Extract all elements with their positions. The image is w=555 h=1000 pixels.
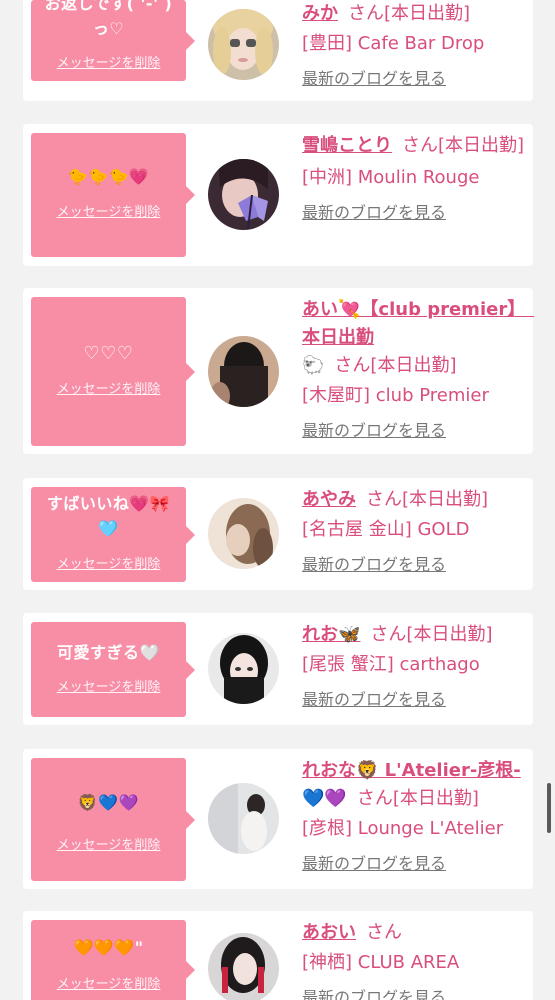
avatar[interactable] (208, 336, 279, 407)
message-text: 可愛すぎる🤍 (57, 643, 160, 662)
message-text: 🦁💙💜 (77, 793, 140, 812)
message-card: ♡♡♡ メッセージを削除 あい💘【club premier】 本日出勤 🐑 さん[… (23, 288, 534, 454)
message-text: 🐤🐤🐤💗 (67, 167, 150, 186)
avatar[interactable] (208, 159, 279, 230)
cast-status: さん (366, 922, 402, 943)
shop-name: [尾張 蟹江] carthago (302, 654, 480, 675)
shop-name: [神栖] CLUB AREA (302, 952, 460, 973)
blog-link[interactable]: 最新のブログを見る (302, 853, 528, 875)
cast-name-link[interactable]: れお🦋 (302, 624, 360, 645)
message-bubble: すばいいね💗🎀 🩵 メッセージを削除 (31, 487, 195, 582)
message-text: ♡♡♡ (83, 343, 134, 364)
avatar[interactable] (208, 498, 279, 569)
delete-message-link[interactable]: メッセージを削除 (31, 976, 186, 994)
cast-name-link[interactable]: あおい (302, 922, 356, 943)
cast-name-link[interactable]: 雪嶋ことり (302, 135, 392, 156)
avatar[interactable] (208, 933, 279, 1000)
blog-link[interactable]: 最新のブログを見る (302, 987, 528, 1000)
name-emoji: 🐑 (302, 355, 325, 376)
message-bubble: お返しです( '-' ) っ♡ メッセージを削除 (31, 0, 195, 81)
message-bubble: 🧡🧡🧡" メッセージを削除 (31, 920, 195, 1000)
cast-status: さん[本日出勤] (356, 788, 479, 809)
message-bubble: 可愛すぎる🤍 メッセージを削除 (31, 622, 195, 717)
cast-info: 雪嶋ことり さん[本日出勤] [中洲] Moulin Rouge 最新のブログを見… (302, 132, 528, 224)
delete-message-link[interactable]: メッセージを削除 (31, 556, 186, 574)
blog-link[interactable]: 最新のブログを見る (302, 68, 528, 90)
message-bubble: ♡♡♡ メッセージを削除 (31, 297, 195, 446)
message-card: 🦁💙💜 メッセージを削除 れおな🦁 L'Atelier-彦根- 💙💜 さん[本日出… (23, 749, 533, 889)
blog-link[interactable]: 最新のブログを見る (302, 689, 528, 711)
cast-name-link[interactable]: みか (302, 3, 338, 24)
cast-status: さん[本日出勤] (348, 3, 471, 24)
cast-name-link[interactable]: れおな🦁 L'Atelier-彦根- (302, 760, 521, 781)
avatar[interactable] (208, 783, 279, 854)
delete-message-link[interactable]: メッセージを削除 (31, 55, 186, 73)
cast-status: さん[本日出勤] (366, 489, 489, 510)
message-text: 🧡🧡🧡" (73, 938, 144, 957)
blog-link[interactable]: 最新のブログを見る (302, 202, 528, 224)
delete-message-link[interactable]: メッセージを削除 (31, 204, 186, 222)
cast-info: あおい さん [神栖] CLUB AREA 最新のブログを見る (302, 919, 528, 1000)
blog-link[interactable]: 最新のブログを見る (302, 420, 528, 442)
shop-name: [彦根] Lounge L'Atelier (302, 818, 504, 839)
message-text: すばいいね💗🎀 (46, 494, 171, 513)
delete-message-link[interactable]: メッセージを削除 (31, 837, 186, 855)
cast-info: れお🦋 さん[本日出勤] [尾張 蟹江] carthago 最新のブログを見る (302, 621, 528, 711)
message-text: 🩵 (98, 519, 119, 538)
message-text: っ♡ (92, 19, 125, 38)
message-bubble: 🐤🐤🐤💗 メッセージを削除 (31, 133, 195, 257)
shop-name: [豊田] Cafe Bar Drop (302, 33, 485, 54)
message-card: 🧡🧡🧡" メッセージを削除 あおい さん [神栖] CLUB AREA 最新のブロ… (23, 911, 533, 1000)
cast-info: あやみ さん[本日出勤] [名古屋 金山] GOLD 最新のブログを見る (302, 486, 528, 576)
message-text: お返しです( '-' ) (44, 0, 173, 13)
cast-info: みか さん[本日出勤] [豊田] Cafe Bar Drop 最新のブログを見る (302, 0, 528, 90)
message-card: お返しです( '-' ) っ♡ メッセージを削除 みか さん[本日出勤] [豊田]… (23, 0, 533, 101)
cast-info: あい💘【club premier】 本日出勤 🐑 さん[本日出勤] [木屋町] c… (302, 296, 534, 442)
cast-status: さん[本日出勤] (370, 624, 493, 645)
cast-name-link[interactable]: あい💘【club premier】 本日出勤 (302, 299, 534, 348)
shop-name: [中洲] Moulin Rouge (302, 167, 480, 188)
name-emoji: 💙💜 (302, 788, 347, 809)
shop-name: [名古屋 金山] GOLD (302, 519, 470, 540)
shop-name: [木屋町] club Premier (302, 385, 489, 406)
cast-name-link[interactable]: あやみ (302, 489, 356, 510)
avatar[interactable] (208, 9, 279, 80)
avatar[interactable] (208, 633, 279, 704)
message-bubble: 🦁💙💜 メッセージを削除 (31, 758, 195, 881)
message-card: すばいいね💗🎀 🩵 メッセージを削除 あやみ さん[本日出勤] [名古屋 金山] … (23, 478, 533, 590)
delete-message-link[interactable]: メッセージを削除 (31, 381, 186, 399)
blog-link[interactable]: 最新のブログを見る (302, 554, 528, 576)
message-card: 🐤🐤🐤💗 メッセージを削除 雪嶋ことり さん[本日出勤] [中洲] Moulin … (23, 124, 533, 266)
cast-status: さん[本日出勤] (334, 355, 457, 376)
scrollbar[interactable] (547, 783, 551, 833)
cast-status: さん[本日出勤] (402, 135, 525, 156)
cast-info: れおな🦁 L'Atelier-彦根- 💙💜 さん[本日出勤] [彦根] Loung… (302, 757, 528, 875)
message-card: 可愛すぎる🤍 メッセージを削除 れお🦋 さん[本日出勤] [尾張 蟹江] cart… (23, 613, 533, 725)
delete-message-link[interactable]: メッセージを削除 (31, 679, 186, 697)
